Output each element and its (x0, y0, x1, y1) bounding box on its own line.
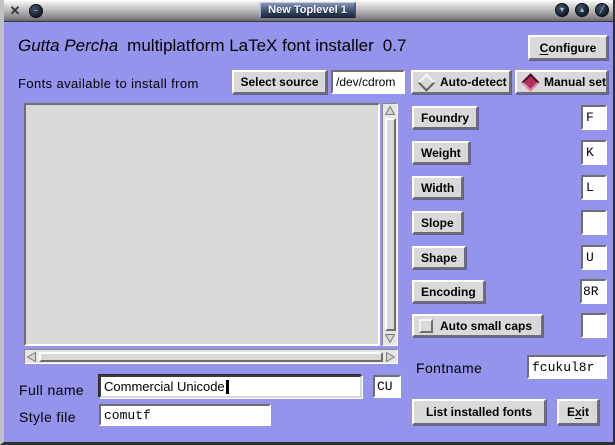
listbox-vscrollbar[interactable] (382, 103, 398, 346)
checkbox-indicator-icon (419, 319, 433, 333)
app-window: ✕ − New Toplevel 1 ▾ ▴ ╱ Gutta Percha mul… (0, 0, 615, 445)
configure-label-post: onfigure (548, 41, 596, 55)
auto-small-caps-label: Auto small caps (440, 319, 532, 333)
list-installed-fonts-button[interactable]: List installed fonts (412, 399, 546, 425)
minimize-button[interactable]: − (29, 4, 43, 18)
abbreviation-input[interactable]: CU (373, 375, 401, 398)
app-version: 0.7 (383, 36, 407, 55)
foundry-code-input[interactable]: F (581, 105, 607, 130)
shade-up-button[interactable]: ▴ (575, 3, 589, 17)
listbox-hscrollbar[interactable] (24, 349, 398, 364)
full-name-input[interactable]: Commercial Unicode (99, 375, 362, 398)
encoding-code-input[interactable]: 8R (580, 279, 607, 304)
width-code-input[interactable]: L (581, 175, 607, 200)
vscroll-thumb[interactable] (385, 118, 396, 331)
slope-button[interactable]: Slope (412, 211, 463, 234)
fontname-input[interactable]: fcukul8r (527, 355, 607, 379)
auto-detect-label: Auto-detect (440, 75, 507, 89)
titlebar[interactable]: ✕ − New Toplevel 1 ▾ ▴ ╱ (0, 0, 615, 22)
auto-detect-radio[interactable]: Auto-detect (411, 70, 511, 94)
configure-button[interactable]: Configure (528, 35, 608, 60)
hscroll-thumb[interactable] (39, 352, 383, 362)
source-path-input[interactable]: /dev/cdrom (331, 70, 405, 94)
scroll-left-icon[interactable] (27, 352, 36, 362)
select-source-button[interactable]: Select source (232, 70, 327, 94)
window-menu-icon[interactable]: ✕ (7, 3, 23, 19)
scroll-right-icon[interactable] (386, 352, 395, 362)
app-subtitle: multiplatform LaTeX font installer (127, 36, 374, 55)
full-name-label: Full name (19, 382, 84, 398)
font-listbox[interactable] (24, 103, 380, 346)
shade-down-button[interactable]: ▾ (555, 3, 569, 17)
weight-button[interactable]: Weight (412, 141, 470, 164)
configure-label-accel: C (540, 41, 549, 55)
page-title: Gutta Percha multiplatform LaTeX font ins… (18, 36, 406, 56)
text-cursor (226, 380, 229, 394)
auto-small-caps-checkbox[interactable]: Auto small caps (412, 314, 543, 337)
foundry-button[interactable]: Foundry (412, 106, 478, 129)
source-label: Fonts available to install from (18, 76, 199, 91)
scroll-down-icon[interactable] (385, 334, 395, 343)
app-name: Gutta Percha (18, 36, 118, 55)
shape-button[interactable]: Shape (412, 246, 466, 269)
exit-label-post: it (582, 405, 589, 419)
titlebar-buttons: ▾ ▴ ╱ (549, 3, 609, 17)
radio-diamond-icon (417, 73, 435, 91)
resize-button[interactable]: ╱ (595, 3, 609, 17)
small-caps-code-input[interactable] (581, 313, 607, 338)
exit-button[interactable]: Exit (557, 399, 599, 425)
width-button[interactable]: Width (412, 176, 463, 199)
slope-code-input[interactable] (581, 210, 607, 235)
style-file-label: Style file (19, 409, 76, 425)
window-title: New Toplevel 1 (259, 2, 356, 18)
radio-diamond-selected-icon (521, 73, 539, 91)
shape-code-input[interactable]: U (581, 245, 607, 270)
full-name-value: Commercial Unicode (104, 379, 225, 394)
manual-set-label: Manual set (544, 75, 606, 89)
encoding-button[interactable]: Encoding (412, 280, 485, 303)
style-file-input[interactable]: comutf (99, 404, 271, 426)
scroll-up-icon[interactable] (385, 106, 395, 115)
fontname-label: Fontname (416, 360, 482, 376)
exit-label-accel: x (575, 405, 582, 419)
weight-code-input[interactable]: K (581, 140, 607, 165)
manual-set-radio[interactable]: Manual set (515, 70, 608, 94)
exit-label-pre: E (567, 405, 575, 419)
